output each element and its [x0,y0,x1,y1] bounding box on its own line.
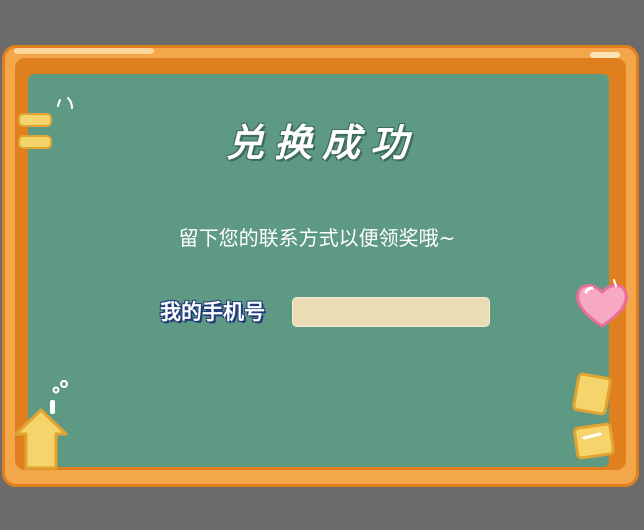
phone-input[interactable] [292,297,490,327]
chalk-marks-icon [57,97,73,109]
dialog-message: 留下您的联系方式以便领奖哦~ [178,226,456,250]
frame-highlight [590,52,620,58]
phone-label: 我的手机号 [160,300,265,324]
house-icon [14,380,68,470]
heart-icon [576,279,628,328]
dialog-title: 兑换成功 [225,120,418,165]
frame-highlight [14,48,154,54]
sticky-notes-icon [572,372,615,460]
